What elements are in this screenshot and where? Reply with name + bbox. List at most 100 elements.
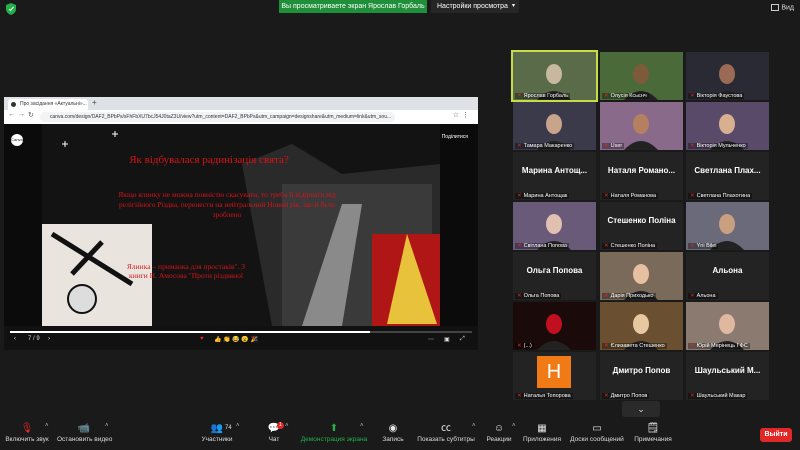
whiteboards-button[interactable]: ▭ Доски сообщений <box>568 421 626 443</box>
reload-icon[interactable]: ↻ <box>28 111 34 119</box>
participant-tile[interactable]: ✕ Олусія Ксьєнч <box>600 52 683 100</box>
participant-name: Єлизавета Стешенко <box>610 343 665 349</box>
mic-muted-icon: 🎙 <box>20 423 34 434</box>
mic-muted-icon: ✕ <box>690 193 695 199</box>
slide-title: Як відбувалася радинізація свята? <box>129 154 289 166</box>
slide-canvas: Як відбувалася радинізація свята? Якщо я… <box>42 124 440 326</box>
record-button[interactable]: ◉ Запись <box>378 421 408 443</box>
unmute-button[interactable]: 🎙 Включить звук ˄ <box>4 421 50 443</box>
chat-unread-badge: 1 <box>277 422 284 429</box>
participant-name-caption: ✕ Юрій Мерінець ГФС <box>688 343 750 349</box>
captions-button[interactable]: ㏄ Показать субтитры ˄ <box>414 421 478 443</box>
participant-name: Вікторія Фаустова <box>696 93 743 99</box>
participant-name: Вікторія Мульченко <box>696 143 746 149</box>
shield-icon[interactable] <box>6 3 16 15</box>
apps-button[interactable]: ▦ Приложения <box>522 421 562 443</box>
fullscreen-icon[interactable]: ⤢ <box>460 336 465 343</box>
chevron-up-icon[interactable]: ˄ <box>472 423 476 429</box>
view-button[interactable]: Вид <box>771 4 794 11</box>
heart-reaction-icon[interactable]: ♥ <box>200 336 204 342</box>
slide-caption: Ялинка – приманка для простаків". З книг… <box>126 262 246 280</box>
shared-screen: Про засідання «Актуальні»... + ← → ↻ can… <box>4 97 478 350</box>
url-field[interactable]: canva.com/design/DAF2_BPbPs/sFhFbXU7bcJ5… <box>40 112 395 122</box>
camera-icon: 📹 <box>77 423 91 434</box>
participant-tile[interactable]: Наталя Романо... ✕ Наталя Романова <box>600 152 683 200</box>
participant-name-caption: ✕ Вікторія Мульченко <box>688 143 748 149</box>
notes-label: Примечания <box>634 436 672 443</box>
participant-name: Шаульський Макар <box>696 393 746 399</box>
participant-tile[interactable]: ✕ User <box>600 102 683 150</box>
participants-count: 74 <box>225 425 232 431</box>
new-tab-icon[interactable]: + <box>92 98 97 107</box>
participant-tile[interactable]: Шаульський М... ✕ Шаульський Макар <box>686 352 769 400</box>
participants-button[interactable]: 👥 Участники 74 ˄ <box>196 421 240 443</box>
participant-tile[interactable]: ✕ Yrii Bilei <box>686 202 769 250</box>
notes-button[interactable]: 🗒 Примечания <box>632 421 674 443</box>
presentation-controls: ‹ 7 / 9 › ♥ 👍 👏 😂 😮 🎉 ⋯ ▣ ⤢ <box>4 326 478 350</box>
participant-name: Тамара Макаренко <box>523 143 573 149</box>
participant-tile[interactable]: ✕ Ярослав Горбаль <box>511 50 598 102</box>
participant-tile[interactable]: ✕ Дарія Приходько <box>600 252 683 300</box>
participant-tile[interactable]: ✕ Вікторія Мульченко <box>686 102 769 150</box>
more-options-icon[interactable]: ⋯ <box>428 336 434 343</box>
participant-tile[interactable]: Светлана Плах... ✕ Светлана Плахотина <box>686 152 769 200</box>
mic-muted-icon: ✕ <box>604 393 609 399</box>
participant-name-caption: ✕ (...) <box>515 343 534 349</box>
chevron-up-icon[interactable]: ˄ <box>236 423 240 429</box>
browser-action-icons[interactable]: ☆⋮ <box>453 111 472 119</box>
participant-tile[interactable]: ✕ Єлизавета Стешенко <box>600 302 683 350</box>
slide-progress-bar[interactable] <box>10 331 472 333</box>
video-button[interactable]: 📹 Остановить видео ˄ <box>57 421 112 443</box>
browser-tab[interactable]: Про засідання «Актуальні»... <box>8 99 88 110</box>
view-options-button[interactable]: Настройки просмотра ▾ <box>431 0 519 13</box>
participant-name-caption: ✕ Вікторія Фаустова <box>688 93 745 99</box>
participant-tile[interactable]: Дмитро Попов ✕ Дмитро Попов <box>600 352 683 400</box>
mic-muted-icon: ✕ <box>517 243 522 249</box>
forward-icon[interactable]: → <box>18 111 25 118</box>
participant-tile[interactable]: ✕ Юрій Мерінець ГФС <box>686 302 769 350</box>
gallery-scroll-down-icon[interactable]: ⌄ <box>622 401 660 417</box>
chevron-up-icon[interactable]: ˄ <box>105 423 109 429</box>
participant-tile[interactable]: Стешенко Поліна ✕ Стешенко Поліна <box>600 202 683 250</box>
prev-slide-icon[interactable]: ‹ <box>14 336 16 342</box>
chevron-down-icon: ▾ <box>511 3 515 9</box>
record-label: Запись <box>382 436 404 443</box>
participant-name-large: Альона <box>712 266 743 275</box>
meeting-toolbar: 🎙 Включить звук ˄ 📹 Остановить видео ˄ 👥… <box>0 418 800 450</box>
participant-avatar: H <box>537 356 571 388</box>
presenter-icon[interactable]: ▣ <box>444 336 450 343</box>
participant-tile[interactable]: ✕ Світлана Попова <box>513 202 596 250</box>
mic-muted-icon: ✕ <box>517 143 522 149</box>
browser-tab-title: Про засідання «Актуальні»... <box>20 101 87 107</box>
captions-label: Показать субтитры <box>417 436 475 443</box>
chevron-up-icon[interactable]: ˄ <box>285 423 289 429</box>
participant-name-caption: ✕ Олусія Ксьєнч <box>602 93 649 99</box>
participant-tile[interactable]: Марина Антощ... ✕ Марина Антощак <box>513 152 596 200</box>
participant-tile[interactable]: ✕ (...) <box>513 302 596 350</box>
back-icon[interactable]: ← <box>8 111 15 118</box>
chat-button[interactable]: 💬 Чат 1 ˄ <box>263 421 289 443</box>
participant-name: Олусія Ксьєнч <box>610 93 647 99</box>
participant-name-large: Шаульський М... <box>694 366 761 375</box>
reactions-button[interactable]: ☺ Реакции ˄ <box>484 421 516 443</box>
participant-tile[interactable]: H ✕ Наталья Топорова <box>513 352 596 400</box>
reaction-bar-icon[interactable]: 👍 👏 😂 😮 🎉 <box>214 336 258 343</box>
participant-tile[interactable]: Ольга Попова ✕ Ольга Попова <box>513 252 596 300</box>
participant-tile[interactable]: ✕ Тамара Макаренко <box>513 102 596 150</box>
participant-name: Наталья Топорова <box>523 393 571 399</box>
leave-button[interactable]: Выйти <box>760 428 792 442</box>
next-slide-icon[interactable]: › <box>48 336 50 342</box>
participants-label: Участники <box>201 436 233 443</box>
chevron-up-icon[interactable]: ˄ <box>360 423 364 429</box>
chevron-up-icon[interactable]: ˄ <box>45 423 49 429</box>
mic-muted-icon: ✕ <box>517 93 522 99</box>
chevron-up-icon[interactable]: ˄ <box>512 423 516 429</box>
participant-name-large: Ольга Попова <box>526 266 583 275</box>
share-screen-label: Демонстрация экрана <box>300 436 368 443</box>
presentation-share-button[interactable]: Поділитися <box>442 134 468 140</box>
participant-tile[interactable]: Альона ✕ Альона <box>686 252 769 300</box>
participant-name-caption: ✕ Тамара Макаренко <box>515 143 575 149</box>
share-screen-button[interactable]: ⬆ Демонстрация экрана ˄ <box>298 421 370 443</box>
participant-name-large: Дмитро Попов <box>612 366 671 375</box>
participant-tile[interactable]: ✕ Вікторія Фаустова <box>686 52 769 100</box>
